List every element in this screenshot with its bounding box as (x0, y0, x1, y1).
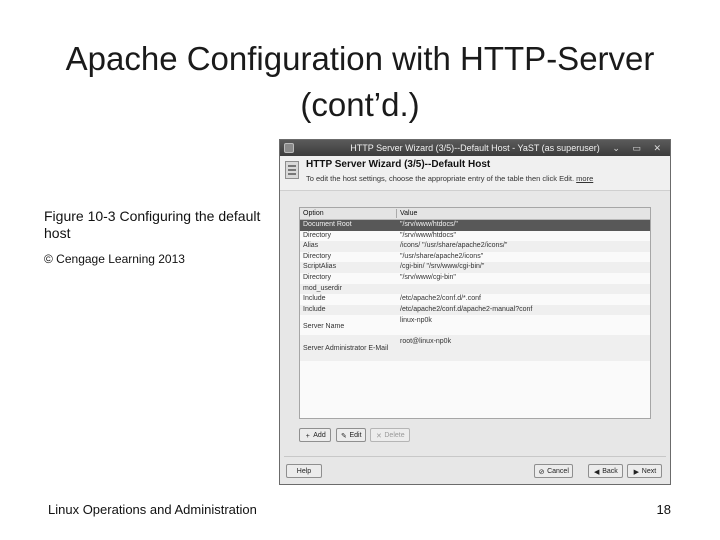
window-controls[interactable]: ⌄ ▭ ✕ (612, 140, 666, 156)
row-value: /icons/ "/usr/share/apache2/icons/" (400, 242, 508, 250)
delete-icon: ✕ (375, 433, 382, 440)
delete-label: Delete (384, 432, 405, 439)
table-row[interactable]: Server Administrator E-Mail root@linux-n… (300, 335, 650, 362)
table-row[interactable]: Include /etc/apache2/conf.d/apache2-manu… (300, 304, 650, 316)
row-option: Include (303, 305, 326, 313)
row-value: "/usr/share/apache2/icons" (400, 252, 484, 260)
add-label: Add (313, 432, 326, 439)
row-option: Document Root (303, 221, 352, 228)
row-value: root@linux-np0k (400, 338, 452, 346)
row-value: /etc/apache2/conf.d/*.conf (400, 295, 481, 303)
table-row[interactable]: Server Name linux-np0k (300, 315, 650, 335)
back-button[interactable]: ◀ Back (588, 464, 623, 478)
row-option: Alias (303, 242, 319, 250)
window-titlebar[interactable]: HTTP Server Wizard (3/5)--Default Host -… (280, 140, 670, 156)
table-header: Option Value (300, 208, 650, 220)
table-row[interactable]: ScriptAlias /cgi-bin/ "/srv/www/cgi-bin/… (300, 262, 650, 273)
edit-button[interactable]: ✎ Edit (336, 428, 366, 442)
column-header-value[interactable]: Value (400, 208, 648, 219)
edit-icon: ✎ (341, 433, 347, 440)
table-row[interactable]: Document Root "/srv/www/htdocs/" (300, 220, 650, 231)
next-label: Next (641, 468, 657, 475)
table-row[interactable]: Directory "/srv/www/cgi-bin" (300, 273, 650, 284)
row-option: ScriptAlias (303, 263, 337, 271)
row-value: "/srv/www/htdocs" (400, 231, 456, 239)
help-button[interactable]: Help (286, 464, 322, 478)
wizard-header: HTTP Server Wizard (3/5)--Default Host T… (280, 156, 670, 191)
more-link[interactable]: more (576, 174, 593, 183)
add-icon: + (305, 433, 310, 440)
figure-caption: Figure 10-3 Configuring the default host… (44, 208, 274, 268)
delete-button[interactable]: ✕ Delete (370, 428, 410, 442)
table-row[interactable]: mod_userdir (300, 283, 650, 295)
row-value: /etc/apache2/conf.d/apache2-manual?conf (400, 305, 533, 313)
cancel-button[interactable]: ⊘ Cancel (534, 464, 573, 478)
next-button[interactable]: ▶ Next (627, 464, 662, 478)
row-option: Directory (303, 273, 332, 281)
row-option: Directory (303, 252, 332, 260)
cancel-label: Cancel (547, 468, 569, 475)
next-arrow-icon: ▶ (633, 469, 639, 476)
page-number: 18 (656, 502, 671, 517)
cancel-icon: ⊘ (538, 469, 545, 476)
button-separator (284, 456, 666, 457)
row-option: Include (303, 295, 326, 303)
table-row[interactable]: Directory "/usr/share/apache2/icons" (300, 252, 650, 263)
column-divider[interactable] (396, 209, 397, 218)
table-row[interactable]: Alias /icons/ "/usr/share/apache2/icons/… (300, 241, 650, 252)
table-row[interactable]: Directory "/srv/www/htdocs" (300, 231, 650, 242)
help-label: Help (296, 468, 312, 475)
wizard-title: HTTP Server Wizard (3/5)--Default Host (306, 159, 491, 170)
table-row[interactable]: Include /etc/apache2/conf.d/*.conf (300, 294, 650, 305)
window-title: HTTP Server Wizard (3/5)--Default Host -… (350, 143, 600, 153)
row-option: Server Administrator E-Mail (303, 345, 389, 353)
row-value: linux-np0k (400, 317, 432, 325)
wizard-help: To edit the host settings, choose the ap… (306, 174, 593, 183)
row-value: "/srv/www/htdocs/" (400, 221, 458, 228)
copyright-text: © Cengage Learning 2013 (44, 252, 185, 266)
row-value: "/srv/www/cgi-bin" (400, 273, 456, 281)
row-option: Directory (303, 231, 332, 239)
row-value: /cgi-bin/ "/srv/www/cgi-bin/" (400, 263, 485, 271)
wizard-document-icon (285, 161, 299, 179)
help-text: To edit the host settings, choose the ap… (306, 174, 575, 183)
edit-label: Edit (349, 432, 362, 439)
slide-title: Apache Configuration with HTTP-Server (c… (65, 40, 655, 123)
row-option: mod_userdir (303, 284, 342, 292)
yast-window: HTTP Server Wizard (3/5)--Default Host -… (279, 139, 671, 485)
back-label: Back (602, 468, 618, 475)
column-header-option[interactable]: Option (303, 208, 395, 219)
host-settings-table[interactable]: Option Value Document Root "/srv/www/htd… (299, 207, 651, 419)
app-icon (284, 143, 294, 153)
caption-text: Figure 10-3 Configuring the default host (44, 208, 261, 241)
back-arrow-icon: ◀ (594, 469, 600, 476)
add-button[interactable]: + Add (299, 428, 331, 442)
footer-course-title: Linux Operations and Administration (48, 502, 257, 517)
